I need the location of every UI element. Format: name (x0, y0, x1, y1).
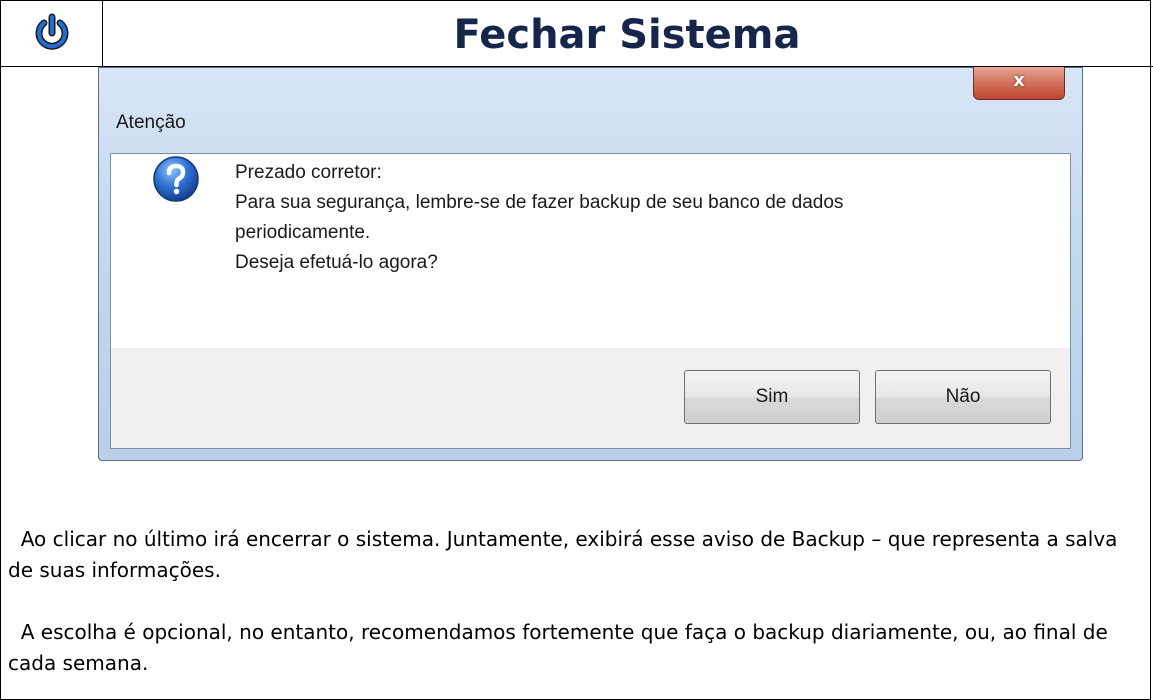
header-icon-cell (0, 0, 103, 66)
message-line: Prezado corretor: (235, 162, 382, 183)
no-button[interactable]: Não (875, 370, 1051, 424)
message-line: periodicamente. (235, 222, 371, 243)
recommendation-paragraph: A escolha é opcional, no entanto, recome… (8, 620, 1115, 675)
message-line: Deseja efetuá-lo agora? (235, 252, 438, 273)
power-icon (35, 13, 69, 50)
dialog-message: Prezado corretor: Para sua segurança, le… (235, 158, 843, 278)
page-title: Fechar Sistema (453, 12, 801, 58)
yes-button[interactable]: Sim (684, 370, 860, 424)
description-paragraph: Ao clicar no último irá encerrar o siste… (8, 527, 1124, 582)
backup-dialog: Atenção x Prezado corretor: Para sua seg… (98, 67, 1083, 461)
question-icon (153, 156, 199, 202)
dialog-title: Atenção (116, 112, 186, 133)
message-line: Para sua segurança, lembre-se de fazer b… (235, 192, 844, 213)
header-row: Fechar Sistema (0, 0, 1153, 67)
close-button[interactable]: x (973, 67, 1065, 100)
close-icon: x (1013, 70, 1025, 91)
